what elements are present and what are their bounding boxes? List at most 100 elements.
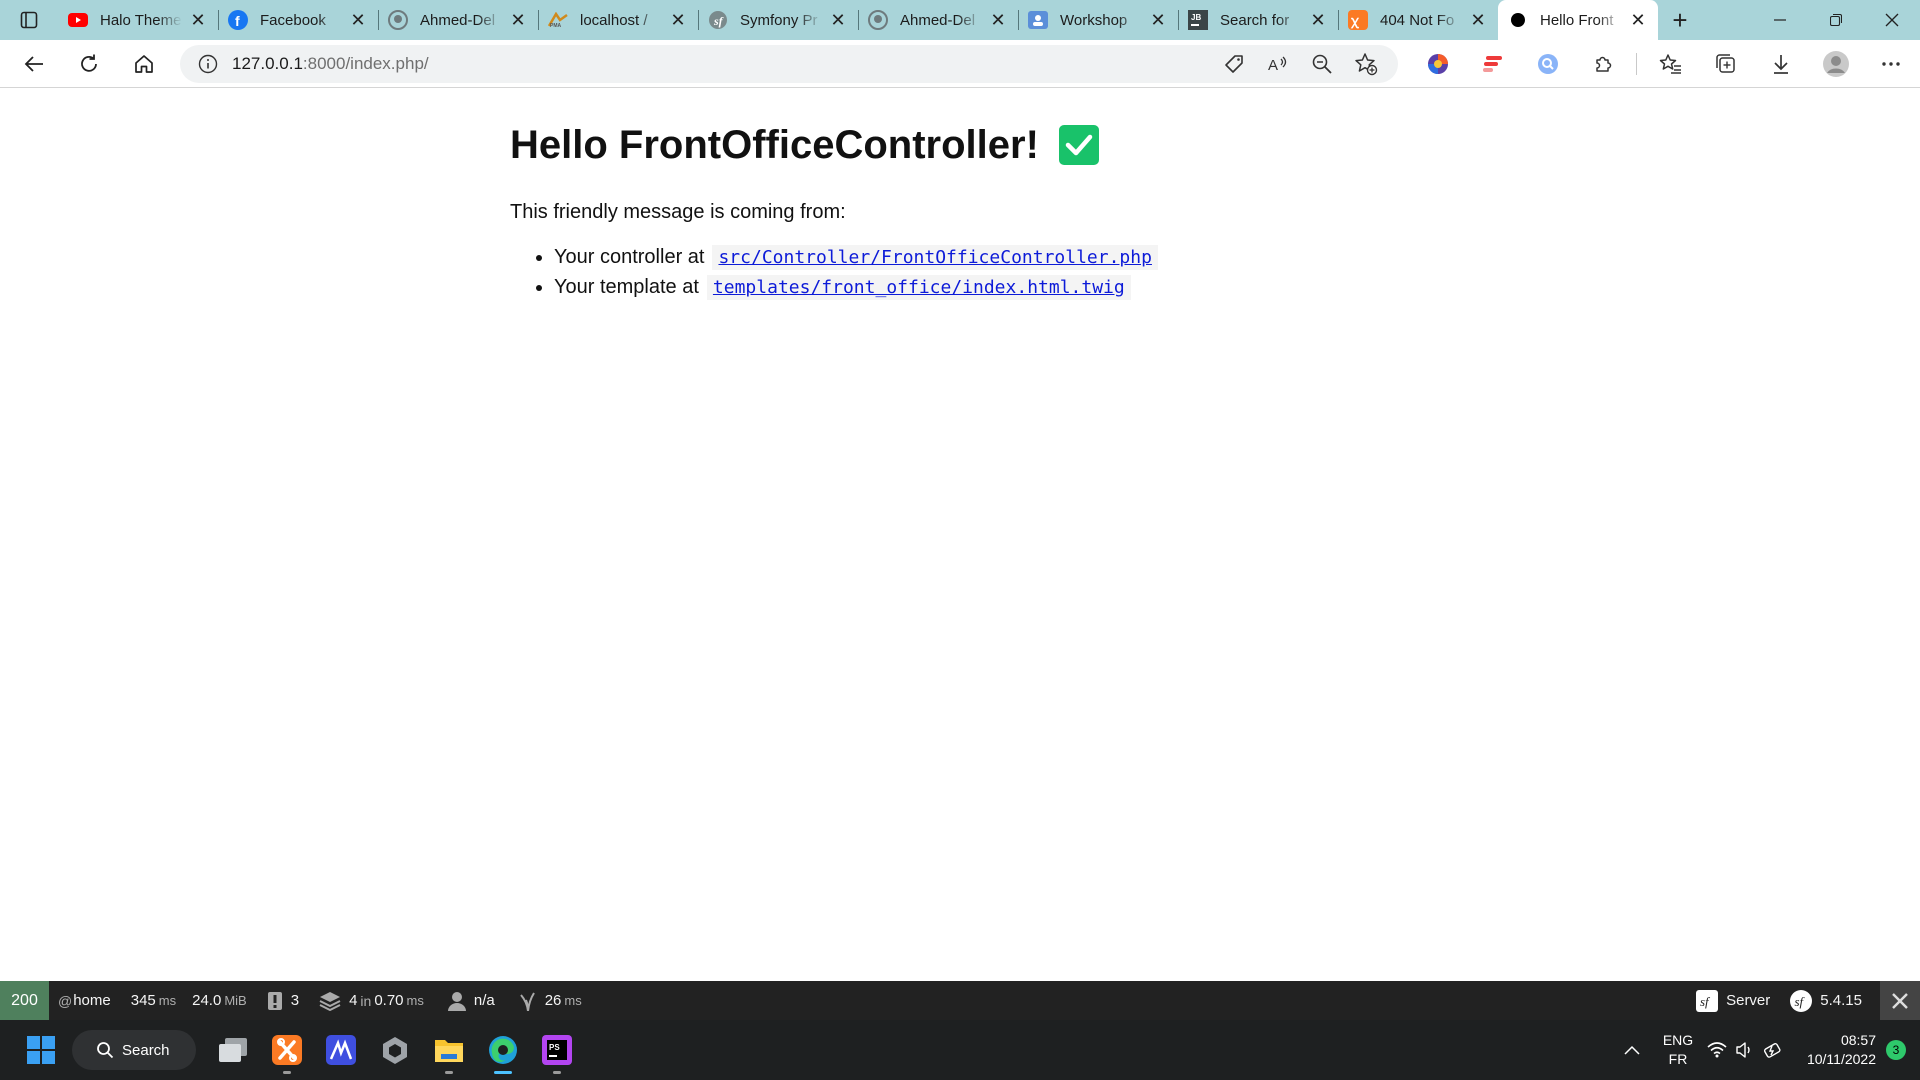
close-icon[interactable]: ✕ [988,10,1008,30]
cache-item[interactable]: 4 in 0.70 ms [309,981,434,1020]
refresh-button[interactable] [69,44,109,84]
svg-text:PMA: PMA [550,23,562,28]
home-button[interactable] [124,44,164,84]
browser-tab[interactable]: PMA localhost / ✕ [538,0,698,40]
close-window-button[interactable] [1864,0,1920,40]
settings-more-button[interactable] [1863,44,1918,84]
file-explorer-app[interactable] [422,1023,476,1077]
language-indicator[interactable]: ENG FR [1652,1031,1704,1069]
minimize-button[interactable] [1752,0,1808,40]
close-icon[interactable]: ✕ [508,10,528,30]
browser-tab[interactable]: Ahmed-Del ✕ [858,0,1018,40]
tab-title: Search for [1220,11,1290,29]
chevron-up-icon [1624,1045,1640,1055]
hide-toolbar-button[interactable] [1880,981,1920,1020]
memory-item[interactable]: 24.0 MiB [186,981,257,1020]
wifi-icon [1707,1042,1727,1058]
close-icon[interactable]: ✕ [1628,10,1648,30]
phpstorm-app[interactable]: PS [530,1023,584,1077]
tab-actions-button[interactable] [0,0,58,40]
system-tray: ENG FR 08:57 10/11/2022 3 [1612,1020,1920,1080]
task-view-button[interactable] [206,1023,260,1077]
browser-tab-active[interactable]: Hello Front ✕ [1498,0,1658,40]
tab-title: Hello Front [1540,11,1614,29]
taskbar-search[interactable]: Search [72,1030,196,1070]
add-favorite-button[interactable] [1344,44,1388,84]
status-badge[interactable]: 200 [0,981,49,1020]
xampp-app[interactable] [260,1023,314,1077]
url-path: :8000/index.php/ [302,54,429,73]
server-item[interactable]: sf Server [1686,981,1780,1020]
extension-colorful-icon [1427,54,1448,74]
close-icon[interactable]: ✕ [1308,10,1328,30]
read-aloud-button[interactable]: A [1256,44,1300,84]
quick-settings-button[interactable] [1704,1023,1786,1077]
notification-badge[interactable]: 3 [1886,1040,1906,1060]
edge-app[interactable] [476,1023,530,1077]
clock[interactable]: 08:57 10/11/2022 [1786,1031,1876,1069]
browser-tab[interactable]: Workshop ✕ [1018,0,1178,40]
close-icon[interactable]: ✕ [1468,10,1488,30]
extensions-button[interactable] [1575,44,1630,84]
downloads-button[interactable] [1753,44,1808,84]
browser-tab[interactable]: Halo Theme ✕ [58,0,218,40]
site-info-icon[interactable] [188,45,228,83]
favorites-button[interactable] [1643,44,1698,84]
show-hidden-icons-button[interactable] [1612,1023,1652,1077]
template-link[interactable]: templates/front_office/index.html.twig [713,277,1125,298]
extension-button[interactable] [1520,44,1575,84]
page-content: Hello FrontOfficeController! This friend… [0,89,1920,981]
browser-tab[interactable]: f Facebook ✕ [218,0,378,40]
more-icon [1881,62,1900,66]
security-item[interactable]: n/a [434,981,505,1020]
tab-title: Halo Theme [100,11,182,29]
extensions-area [1410,44,1918,84]
close-icon[interactable]: ✕ [1148,10,1168,30]
controller-link[interactable]: src/Controller/FrontOfficeController.php [718,247,1151,268]
extension-button[interactable] [1465,44,1520,84]
close-icon[interactable]: ✕ [668,10,688,30]
zoom-button[interactable] [1300,44,1344,84]
route-prefix: @ [58,992,73,1009]
clock-date: 10/11/2022 [1806,1051,1876,1067]
route-item[interactable]: @ home [49,981,121,1020]
new-tab-button[interactable]: + [1658,0,1702,40]
unity-app[interactable] [368,1023,422,1077]
debug-toolbar-right: sf Server sf 5.4.15 [1686,981,1920,1020]
editor-icon [326,1035,356,1065]
controller-label: Your controller at [554,246,705,268]
address-bar-actions: A [1212,45,1388,83]
cache-in: in [360,992,372,1009]
browser-tab[interactable]: JB Search for ✕ [1178,0,1338,40]
heading-text: Hello FrontOfficeController! [510,122,1039,167]
browser-tab[interactable]: Ahmed-Del ✕ [378,0,538,40]
time-item[interactable]: 345 ms [121,981,186,1020]
extension-button[interactable] [1410,44,1465,84]
restore-icon [1830,14,1842,26]
forms-item[interactable]: 3 [257,981,309,1020]
profile-button[interactable] [1808,44,1863,84]
close-icon[interactable]: ✕ [188,10,208,30]
editor-app[interactable] [314,1023,368,1077]
twig-item[interactable]: 26 ms [505,981,592,1020]
close-icon[interactable]: ✕ [828,10,848,30]
browser-tab[interactable]: sf Symfony Pr ✕ [698,0,858,40]
tab-title: 404 Not Fo [1380,11,1455,29]
back-button[interactable] [14,44,54,84]
restore-button[interactable] [1808,0,1864,40]
close-icon [1892,992,1908,1009]
address-bar[interactable]: 127.0.0.1:8000/index.php/ A [180,45,1398,83]
running-indicator [553,1071,561,1074]
url-text[interactable]: 127.0.0.1:8000/index.php/ [232,54,429,74]
browser-tab[interactable]: ꭓ 404 Not Fo ✕ [1338,0,1498,40]
version-item[interactable]: sf 5.4.15 [1780,981,1872,1020]
tag-button[interactable] [1212,44,1256,84]
github-icon [388,10,408,30]
start-button[interactable] [14,1023,68,1077]
search-icon [97,1042,114,1059]
running-indicator [283,1071,291,1074]
collections-button[interactable] [1698,44,1753,84]
close-icon[interactable]: ✕ [348,10,368,30]
tab-title: Ahmed-Del [420,11,496,29]
star-add-icon [1355,53,1378,76]
